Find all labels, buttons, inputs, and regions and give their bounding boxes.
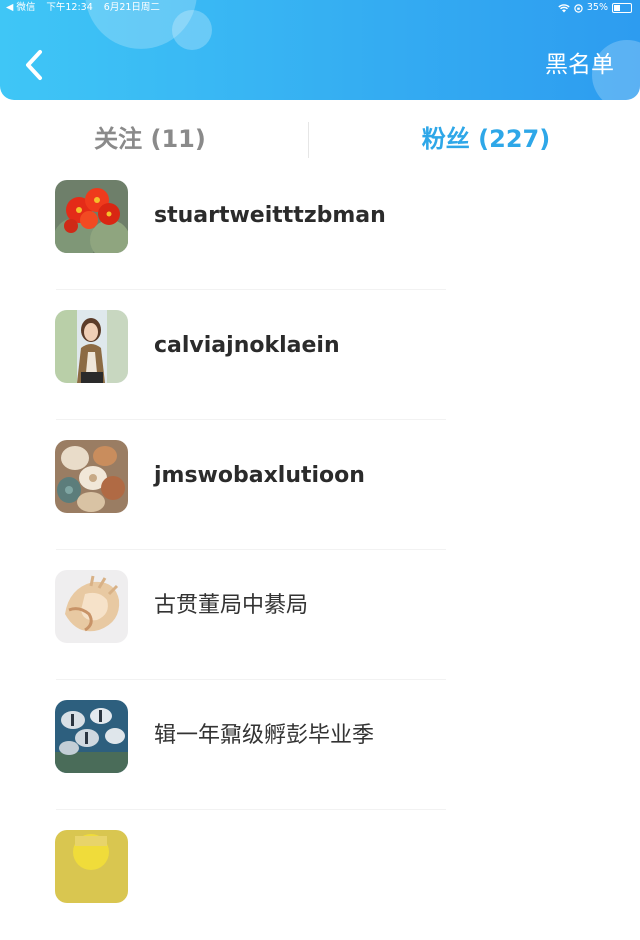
blacklist-button[interactable]: 黑名单 (545, 50, 614, 80)
fan-name: jmswobaxlutioon (154, 463, 365, 488)
chevron-left-icon (26, 50, 42, 80)
status-time: 下午12:34 (46, 2, 93, 13)
fan-name: 辑一年鼐级孵彭毕业季 (154, 723, 375, 748)
list-item[interactable]: jmswobaxlutioon (0, 420, 640, 550)
cactus-flower-avatar (55, 180, 128, 253)
tab-fans[interactable]: 粉丝 (227) (336, 118, 636, 160)
status-carrier: ◀ 微信 (6, 2, 36, 13)
wifi-icon (558, 3, 570, 12)
fan-name: 古贯董局中綦局 (154, 593, 309, 618)
list-item[interactable]: stuartweitttzbman (0, 160, 640, 290)
list-item[interactable]: 辑一年鼐级孵彭毕业季 (0, 680, 640, 810)
battery-icon (612, 3, 632, 13)
yellow-partial-avatar (55, 830, 128, 903)
battery-level (614, 5, 620, 11)
list-item[interactable] (0, 810, 640, 940)
avatar[interactable] (55, 700, 128, 773)
fish-school-avatar (55, 700, 128, 773)
fans-list: stuartweitttzbman calviajnoklaein jmswob… (0, 160, 640, 940)
tab-bar: 关注 (11) 粉丝 (227) (0, 118, 640, 160)
conch-shell-avatar (55, 570, 128, 643)
header-bar: ◀ 微信 下午12:34 6月21日周二 35% 黑名单 (0, 0, 640, 100)
back-button[interactable] (18, 44, 52, 86)
rotation-lock-icon (574, 3, 583, 13)
tab-following[interactable]: 关注 (11) (0, 118, 300, 160)
avatar[interactable] (55, 180, 128, 253)
list-item[interactable]: calviajnoklaein (0, 290, 640, 420)
status-bar: ◀ 微信 下午12:34 6月21日周二 35% (0, 0, 640, 16)
tab-divider (308, 122, 309, 158)
battery-percent: 35% (586, 2, 608, 13)
avatar[interactable] (55, 310, 128, 383)
seashells-avatar (55, 440, 128, 513)
avatar[interactable] (55, 440, 128, 513)
fan-name: calviajnoklaein (154, 333, 340, 358)
woman-portrait-avatar (55, 310, 128, 383)
avatar[interactable] (55, 830, 128, 903)
status-date: 6月21日周二 (103, 2, 160, 13)
list-item[interactable]: 古贯董局中綦局 (0, 550, 640, 680)
avatar[interactable] (55, 570, 128, 643)
decor-bubble (172, 10, 212, 50)
fan-name: stuartweitttzbman (154, 203, 386, 228)
